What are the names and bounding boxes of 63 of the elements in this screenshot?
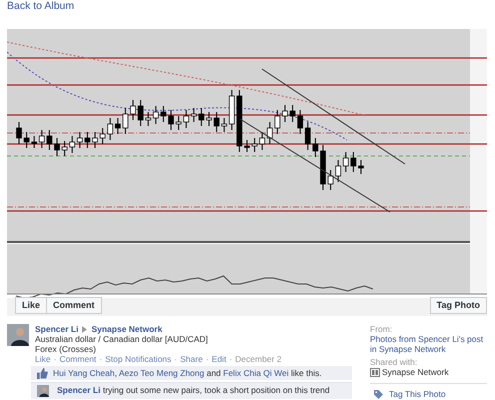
separator-dot: · bbox=[99, 354, 102, 364]
candlestick bbox=[84, 132, 90, 148]
candlestick bbox=[24, 132, 30, 148]
candlestick bbox=[138, 100, 144, 126]
separator-dot: · bbox=[54, 354, 56, 364]
source-album-link[interactable]: Photos from Spencer Li's post in Synapse Network bbox=[370, 334, 487, 354]
separator-dot: · bbox=[229, 354, 232, 364]
comment-text: Spencer Li trying out some new pairs, took a short position on this trend bbox=[57, 385, 330, 397]
candlestick bbox=[206, 112, 212, 126]
post-action-link[interactable]: Share bbox=[180, 354, 203, 364]
commenter-link[interactable]: Spencer Li bbox=[57, 385, 100, 395]
candlestick bbox=[16, 122, 22, 144]
photo-action-button[interactable]: Comment bbox=[47, 297, 102, 314]
candlestick bbox=[168, 110, 174, 130]
liker-link[interactable]: Hui Yang Cheah bbox=[53, 368, 115, 378]
candlestick bbox=[214, 112, 220, 132]
candlestick bbox=[328, 170, 334, 190]
from-label: From: bbox=[370, 324, 394, 334]
commenter-avatar-icon bbox=[37, 385, 49, 397]
candlestick bbox=[252, 138, 258, 152]
candlestick bbox=[198, 108, 204, 126]
candlestick bbox=[358, 160, 364, 174]
post-date: December 2 bbox=[235, 354, 282, 364]
thumbs-up-icon bbox=[37, 368, 48, 378]
shared-audience: Synapse Network bbox=[382, 367, 449, 377]
shared-with-label: Shared with: bbox=[370, 357, 418, 367]
candlestick bbox=[312, 138, 318, 158]
candlestick bbox=[62, 140, 68, 156]
candlestick bbox=[92, 132, 98, 148]
candlestick bbox=[274, 110, 280, 134]
photo-action-button[interactable]: Like bbox=[15, 297, 48, 314]
group-link[interactable]: Synapse Network bbox=[91, 324, 162, 334]
candlestick bbox=[130, 100, 136, 120]
post-action-link[interactable]: Like bbox=[35, 354, 51, 364]
candlestick bbox=[176, 116, 182, 130]
post-action-link[interactable]: Edit bbox=[212, 354, 226, 364]
candlestick bbox=[290, 104, 296, 122]
arrow-icon bbox=[82, 326, 88, 332]
post-text: Forex (Crosses) bbox=[35, 344, 97, 354]
candlestick bbox=[46, 130, 52, 150]
post-text: Australian dollar / Canadian dollar [AUD/CAD] bbox=[35, 334, 209, 344]
candlestick bbox=[282, 104, 288, 122]
avatar-icon bbox=[7, 324, 29, 346]
tag-photo-button[interactable]: Tag Photo bbox=[430, 297, 487, 314]
candlestick bbox=[236, 90, 242, 152]
tag-this-photo-link[interactable]: Tag This Photo bbox=[370, 389, 487, 399]
liker-link[interactable]: Aezo Teo Meng Zhong bbox=[118, 368, 204, 378]
separator-dot: · bbox=[206, 354, 209, 364]
post-action-link[interactable]: Comment bbox=[59, 354, 96, 364]
candlestick bbox=[160, 106, 166, 122]
candlestick bbox=[244, 140, 250, 152]
group-icon bbox=[370, 368, 380, 376]
candlestick bbox=[320, 144, 326, 190]
candlestick bbox=[54, 138, 60, 156]
candlestick bbox=[350, 152, 356, 172]
liker-link[interactable]: Felix Chia Qi Wei bbox=[223, 368, 289, 378]
likes-sentence: Hui Yang Cheah, Aezo Teo Meng Zhong and Felix Chia Qi Wei like this. bbox=[53, 368, 322, 378]
candlestick bbox=[100, 128, 106, 144]
author-link[interactable]: Spencer Li bbox=[35, 324, 78, 334]
back-to-album-link[interactable]: Back to Album bbox=[7, 0, 74, 13]
post-action-link[interactable]: Stop Notifications bbox=[105, 354, 172, 364]
separator-dot: · bbox=[174, 354, 178, 364]
candlestick bbox=[122, 108, 128, 134]
